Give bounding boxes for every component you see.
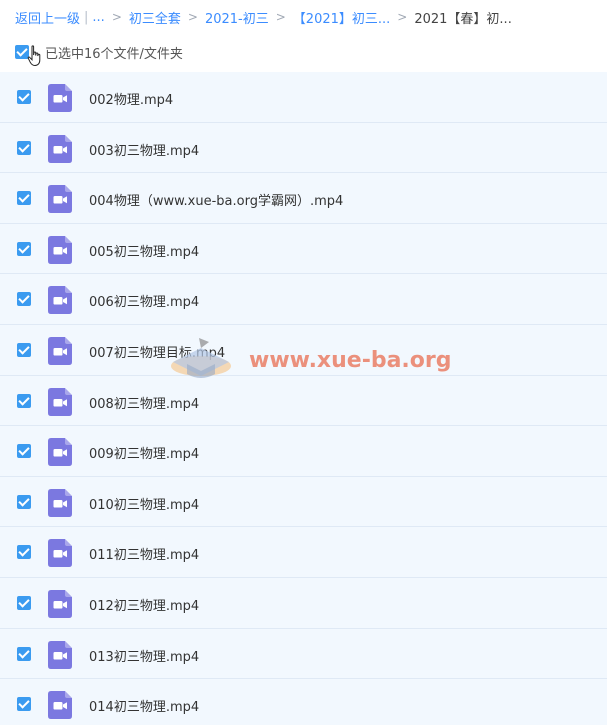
file-checkbox[interactable] [17, 444, 31, 459]
video-file-icon [48, 235, 72, 264]
file-name: 006初三物理.mp4 [89, 295, 200, 311]
file-row[interactable]: 010初三物理.mp4 [0, 476, 607, 528]
video-file-icon [48, 488, 72, 517]
chevron-right-icon: > [275, 10, 286, 24]
chevron-right-icon: > [397, 10, 408, 24]
video-file-icon [48, 286, 72, 315]
file-checkbox[interactable] [17, 191, 31, 206]
select-all-bar: 已选中16个文件/文件夹 [15, 43, 183, 67]
file-row[interactable]: 006初三物理.mp4 [0, 274, 607, 325]
selection-count: 已选中16个文件/文件夹 [45, 46, 183, 62]
file-name: 014初三物理.mp4 [89, 700, 200, 716]
file-row[interactable]: 007初三物理目标.mp4 [0, 324, 607, 376]
file-row[interactable]: 014初三物理.mp4 [0, 679, 607, 725]
video-file-icon [48, 84, 72, 112]
file-browser: 返回上一级 | ... > 初三全套 > 2021-初三 > 【2021】初三.… [0, 0, 607, 725]
breadcrumb-ellipsis[interactable]: ... [92, 10, 104, 25]
breadcrumb-divider: | [84, 9, 89, 25]
file-name: 007初三物理目标.mp4 [89, 345, 226, 361]
file-name: 013初三物理.mp4 [89, 649, 200, 665]
video-file-icon [48, 640, 72, 669]
file-row[interactable]: 005初三物理.mp4 [0, 223, 607, 275]
file-name: 008初三物理.mp4 [89, 396, 200, 412]
file-name: 009初三物理.mp4 [89, 447, 200, 463]
file-row[interactable]: 004物理（www.xue-ba.org学霸网）.mp4 [0, 173, 607, 224]
breadcrumb-item[interactable]: 【2021】初三... [293, 8, 390, 27]
file-name: 002物理.mp4 [89, 93, 174, 108]
video-file-icon [48, 134, 72, 163]
select-all-checkbox[interactable] [15, 45, 29, 59]
file-row[interactable]: 009初三物理.mp4 [0, 426, 607, 477]
file-checkbox[interactable] [17, 545, 31, 560]
file-checkbox[interactable] [17, 494, 31, 509]
file-name: 011初三物理.mp4 [89, 548, 200, 564]
file-checkbox[interactable] [17, 393, 31, 408]
file-row[interactable]: 008初三物理.mp4 [0, 375, 607, 427]
video-file-icon [48, 185, 72, 214]
breadcrumb-item[interactable]: 2021-初三 [205, 8, 269, 27]
file-checkbox[interactable] [17, 241, 31, 256]
file-row[interactable]: 011初三物理.mp4 [0, 527, 607, 578]
video-file-icon [48, 336, 72, 365]
file-name: 003初三物理.mp4 [89, 143, 200, 159]
file-name: 004物理（www.xue-ba.org学霸网）.mp4 [89, 194, 344, 210]
file-checkbox[interactable] [17, 646, 31, 661]
file-checkbox[interactable] [17, 90, 31, 104]
video-file-icon [48, 589, 72, 618]
video-file-icon [48, 438, 72, 467]
breadcrumb: 返回上一级 | ... > 初三全套 > 2021-初三 > 【2021】初三.… [15, 8, 512, 27]
file-checkbox[interactable] [17, 292, 31, 307]
file-checkbox[interactable] [17, 140, 31, 155]
hand-cursor-icon [27, 45, 41, 67]
file-row[interactable]: 012初三物理.mp4 [0, 577, 607, 629]
file-name: 010初三物理.mp4 [89, 497, 200, 513]
file-checkbox[interactable] [17, 342, 31, 357]
file-name: 005初三物理.mp4 [89, 244, 200, 260]
breadcrumb-current: 2021【春】初... [414, 11, 512, 27]
back-link[interactable]: 返回上一级 [15, 8, 80, 27]
video-file-icon [48, 387, 72, 416]
video-file-icon [48, 691, 72, 720]
file-list: 002物理.mp4 003初三物理.mp4 004物理（www.xue-ba.org… [0, 72, 607, 725]
chevron-right-icon: > [111, 10, 122, 24]
file-row[interactable]: 003初三物理.mp4 [0, 122, 607, 174]
file-row[interactable]: 002物理.mp4 [0, 72, 607, 123]
file-row[interactable]: 013初三物理.mp4 [0, 628, 607, 680]
breadcrumb-item[interactable]: 初三全套 [129, 8, 181, 27]
video-file-icon [48, 539, 72, 568]
chevron-right-icon: > [187, 10, 198, 24]
file-name: 012初三物理.mp4 [89, 598, 200, 614]
file-checkbox[interactable] [17, 595, 31, 610]
file-checkbox[interactable] [17, 697, 31, 712]
